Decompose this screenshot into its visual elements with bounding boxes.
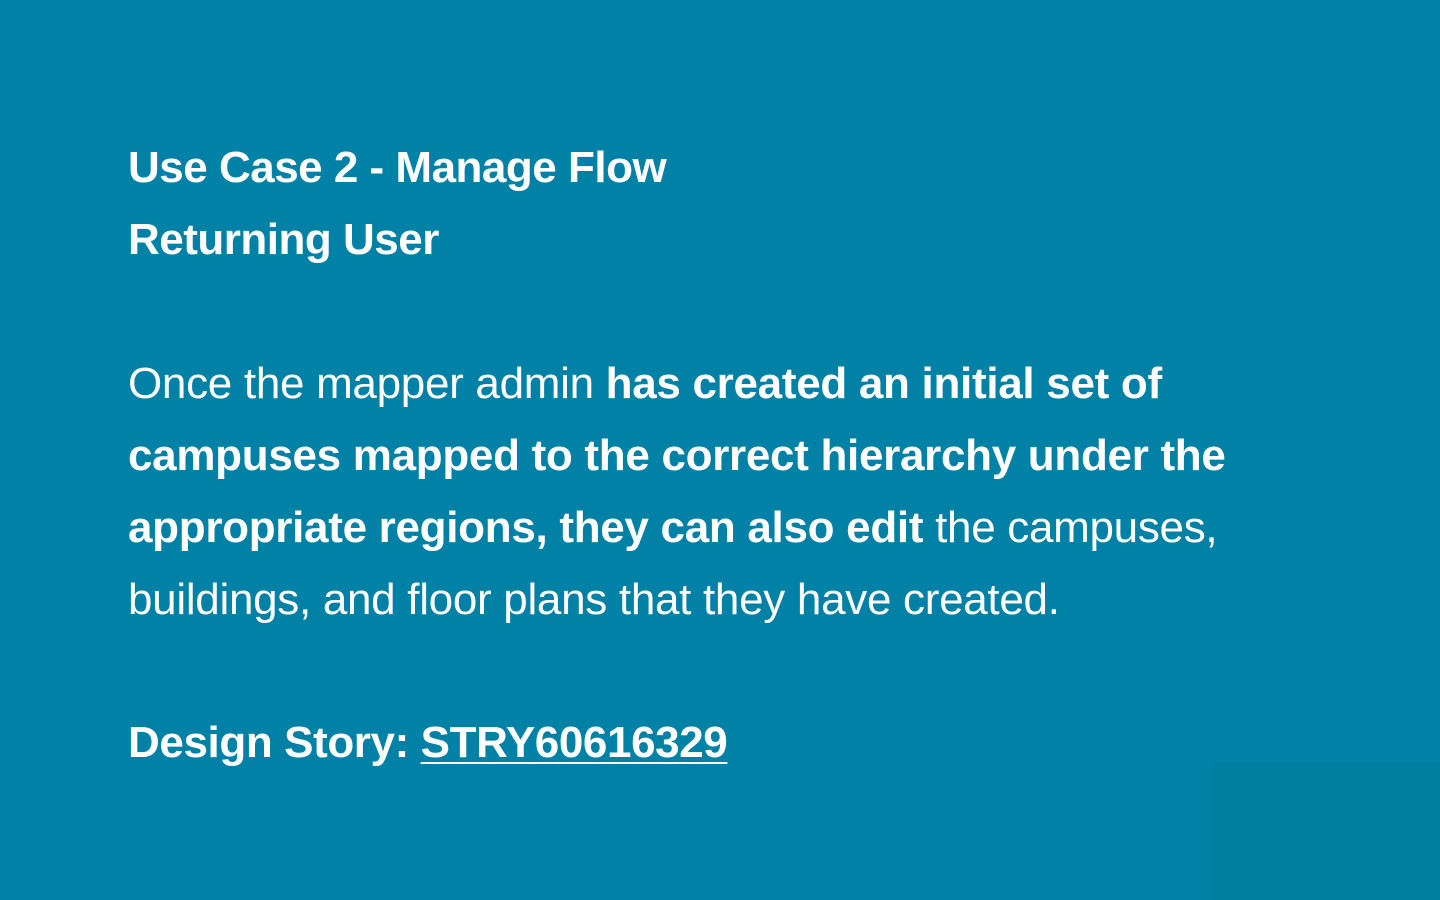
design-story-label: Design Story: (128, 718, 409, 767)
title-line-1: Use Case 2 - Manage Flow (128, 143, 667, 192)
page-title: Use Case 2 - Manage Flow Returning User (128, 132, 1328, 276)
title-line-2: Returning User (128, 215, 439, 264)
slide-content: Use Case 2 - Manage Flow Returning User … (128, 132, 1328, 779)
corner-decoration (1213, 762, 1440, 900)
description-text-start: Once the mapper admin (128, 359, 606, 408)
description-paragraph: Once the mapper admin has created an ini… (128, 348, 1328, 636)
design-story-line: Design Story: STRY60616329 (128, 707, 1328, 779)
design-story-link[interactable]: STRY60616329 (421, 718, 728, 767)
